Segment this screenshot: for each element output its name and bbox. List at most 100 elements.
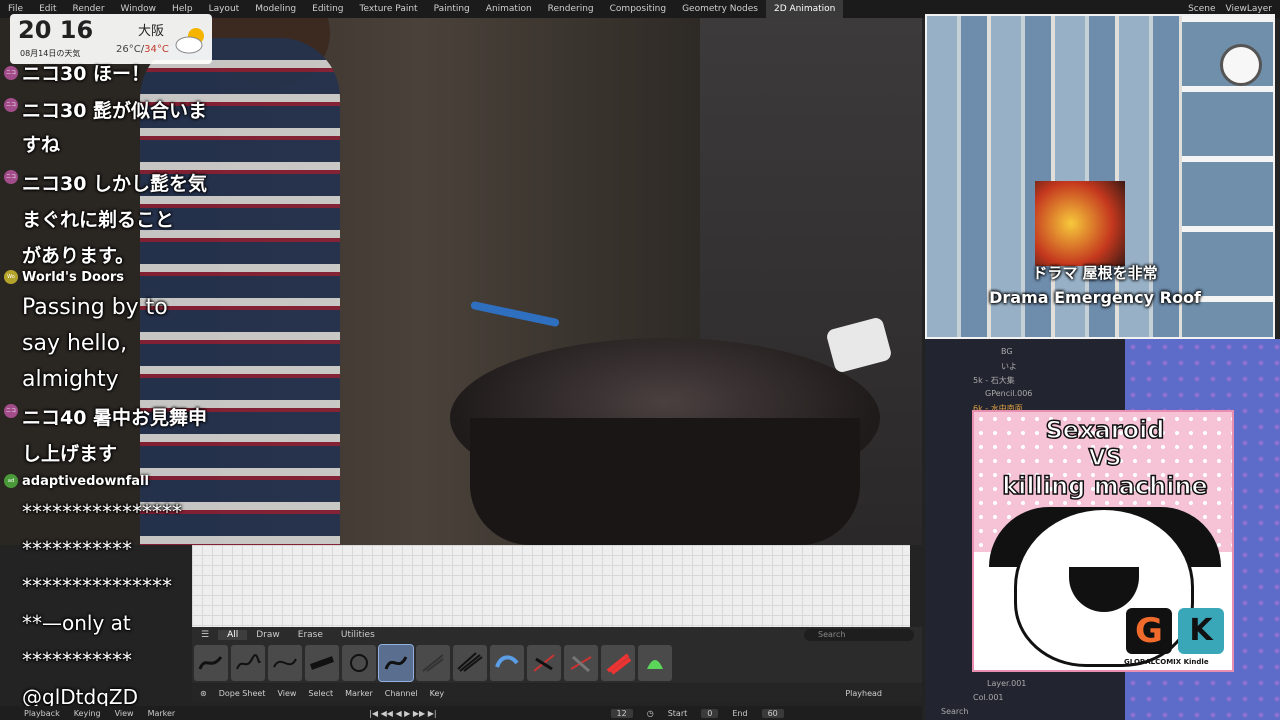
chat-line: almighty — [22, 367, 119, 392]
dragon-poster — [1035, 181, 1125, 266]
brush-asset-header: ☰ All Draw Erase Utilities Search — [192, 627, 922, 643]
current-frame-field[interactable]: 12 — [610, 708, 633, 718]
playhead-selector[interactable]: Playhead — [845, 689, 882, 698]
dope-menu-marker[interactable]: Marker — [345, 689, 373, 698]
brush-palette — [192, 643, 922, 683]
chat-line: ニコ40 暑中お見舞申 — [22, 407, 208, 429]
editor-type-icon[interactable]: ⊛ — [200, 689, 207, 698]
brush-fill-green[interactable] — [638, 645, 672, 681]
chat-line: *************** — [22, 574, 172, 598]
workspace-tab-modeling[interactable]: Modeling — [247, 0, 304, 18]
chat-badge: ニコ — [4, 98, 18, 112]
workspace-tab-animation[interactable]: Animation — [478, 0, 540, 18]
chat-body: **************** *********** ***********… — [22, 494, 182, 716]
cloud-sun-icon — [175, 28, 204, 54]
dope-menu-view[interactable]: View — [277, 689, 296, 698]
brush-eraser-soft[interactable] — [564, 645, 598, 681]
chat-body: Passing by to say hello, almighty — [22, 290, 168, 398]
playback-controls[interactable]: |◀ ◀◀ ◀ ▶ ▶▶ ▶| — [369, 709, 436, 718]
workspace-tab-editing[interactable]: Editing — [304, 0, 351, 18]
weather-temps: 26°C/34°C — [116, 44, 169, 55]
weather-temp-low: 26°C — [116, 44, 141, 55]
caption-english: Drama Emergency Roof — [989, 288, 1201, 307]
timeline-menu-playback[interactable]: Playback — [24, 709, 60, 718]
dope-menu-channel[interactable]: Channel — [385, 689, 418, 698]
chat-line: Passing by to — [22, 295, 168, 320]
timeline-menu-marker[interactable]: Marker — [148, 709, 176, 718]
brush-marker-bold[interactable] — [305, 645, 339, 681]
chat-line: があります。 — [22, 245, 135, 267]
timeline-menu-keying[interactable]: Keying — [74, 709, 101, 718]
scene-selector[interactable]: Scene — [1188, 4, 1215, 14]
comic-title-line1: Sexaroid — [1045, 415, 1165, 445]
timer-icon: ◷ — [646, 708, 654, 718]
dope-sheet-mode-selector[interactable]: Dope Sheet — [219, 689, 266, 698]
outliner-item[interactable]: BG — [1001, 347, 1013, 356]
brush-ink-noise[interactable] — [268, 645, 302, 681]
caption-japanese: ドラマ 屋根を非常 — [1032, 264, 1158, 282]
outliner-item[interactable]: いよ — [1001, 361, 1017, 372]
brush-tab-erase[interactable]: Erase — [289, 630, 332, 640]
workspace-tab-2d-animation[interactable]: 2D Animation — [765, 0, 844, 18]
chat-body: ニコ40 暑中お見舞申 し上げます — [22, 400, 207, 472]
end-frame-field[interactable]: 60 — [761, 708, 784, 718]
dope-menu-select[interactable]: Select — [308, 689, 333, 698]
brush-marker-chisel[interactable] — [342, 645, 376, 681]
comic-title-line2: VS — [1088, 445, 1122, 472]
workspace-tab-texture-paint[interactable]: Texture Paint — [352, 0, 426, 18]
outliner-item[interactable]: GPencil.006 — [985, 389, 1032, 398]
chat-username: adaptivedownfall — [22, 474, 149, 489]
chat-line: *********** — [22, 648, 132, 672]
start-frame-label: Start — [667, 708, 688, 718]
comic-cover: Sexaroid VS killing machine G K GLOBALCO… — [972, 410, 1234, 672]
brush-tab-utilities[interactable]: Utilities — [332, 630, 384, 640]
start-frame-field[interactable]: 0 — [701, 708, 719, 718]
weather-city: 大阪 — [138, 24, 165, 39]
cooking-pot-body — [470, 418, 860, 545]
chat-badge: ニコ — [4, 170, 18, 184]
chat-line: **—only at — [22, 611, 131, 635]
chat-badge: ニコ — [4, 66, 18, 80]
brush-eraser-hard[interactable] — [527, 645, 561, 681]
chat-badge: ニコ — [4, 404, 18, 418]
outliner-search-input[interactable]: Search — [941, 707, 968, 716]
outliner-item[interactable]: Layer.001 — [987, 679, 1026, 688]
weather-time: 20 16 — [18, 16, 94, 44]
timeline-bar: Playback Keying View Marker |◀ ◀◀ ◀ ▶ ▶▶… — [0, 706, 922, 720]
chat-line: すね — [22, 134, 61, 156]
chat-line: ニコ30 しかし髭を気 — [22, 173, 208, 195]
outliner-item[interactable]: 5k - 石大集 — [973, 375, 1015, 386]
globalcomix-logo-icon: G — [1126, 608, 1172, 654]
chat-badge: Wo — [4, 270, 18, 284]
view-layer-selector[interactable]: ViewLayer — [1226, 4, 1272, 14]
brush-ink[interactable] — [231, 645, 265, 681]
menu-icon[interactable]: ☰ — [192, 630, 218, 640]
brush-pen-active[interactable] — [378, 644, 414, 682]
wall-clock-icon — [1220, 44, 1262, 86]
workspace-tab-rendering[interactable]: Rendering — [540, 0, 602, 18]
comic-title-line3: killing machine — [1001, 471, 1208, 501]
brush-tab-all[interactable]: All — [218, 630, 248, 640]
brush-fill-red[interactable] — [601, 645, 635, 681]
weather-widget: 20 16 08月14日の天気 大阪 26°C/34°C — [10, 14, 212, 64]
chat-line: ニコ30 ほー！ — [22, 63, 151, 85]
timeline-menu-view[interactable]: View — [115, 709, 134, 718]
workspace-tab-painting[interactable]: Painting — [426, 0, 478, 18]
brush-search-input[interactable]: Search — [804, 629, 914, 641]
weather-date: 08月14日の天気 — [20, 49, 81, 58]
brush-pencil-soft[interactable] — [416, 645, 450, 681]
dope-menu-key[interactable]: Key — [430, 689, 445, 698]
workspace-tab-geometry-nodes[interactable]: Geometry Nodes — [674, 0, 766, 18]
chat-line: し上げます — [22, 443, 118, 465]
comic-brand-text: GLOBALCOMIX Kindle — [1124, 658, 1209, 666]
workspace-tab-compositing[interactable]: Compositing — [602, 0, 674, 18]
brush-pencil[interactable] — [194, 645, 228, 681]
brush-tab-draw[interactable]: Draw — [247, 630, 289, 640]
brush-airbrush[interactable] — [453, 645, 487, 681]
chat-line: say hello, — [22, 331, 128, 356]
brush-tint[interactable] — [490, 645, 524, 681]
chat-line: *********** — [22, 537, 132, 561]
drawing-canvas[interactable] — [192, 545, 910, 627]
outliner-item[interactable]: Col.001 — [973, 693, 1004, 702]
chat-badge: ad — [4, 474, 18, 488]
